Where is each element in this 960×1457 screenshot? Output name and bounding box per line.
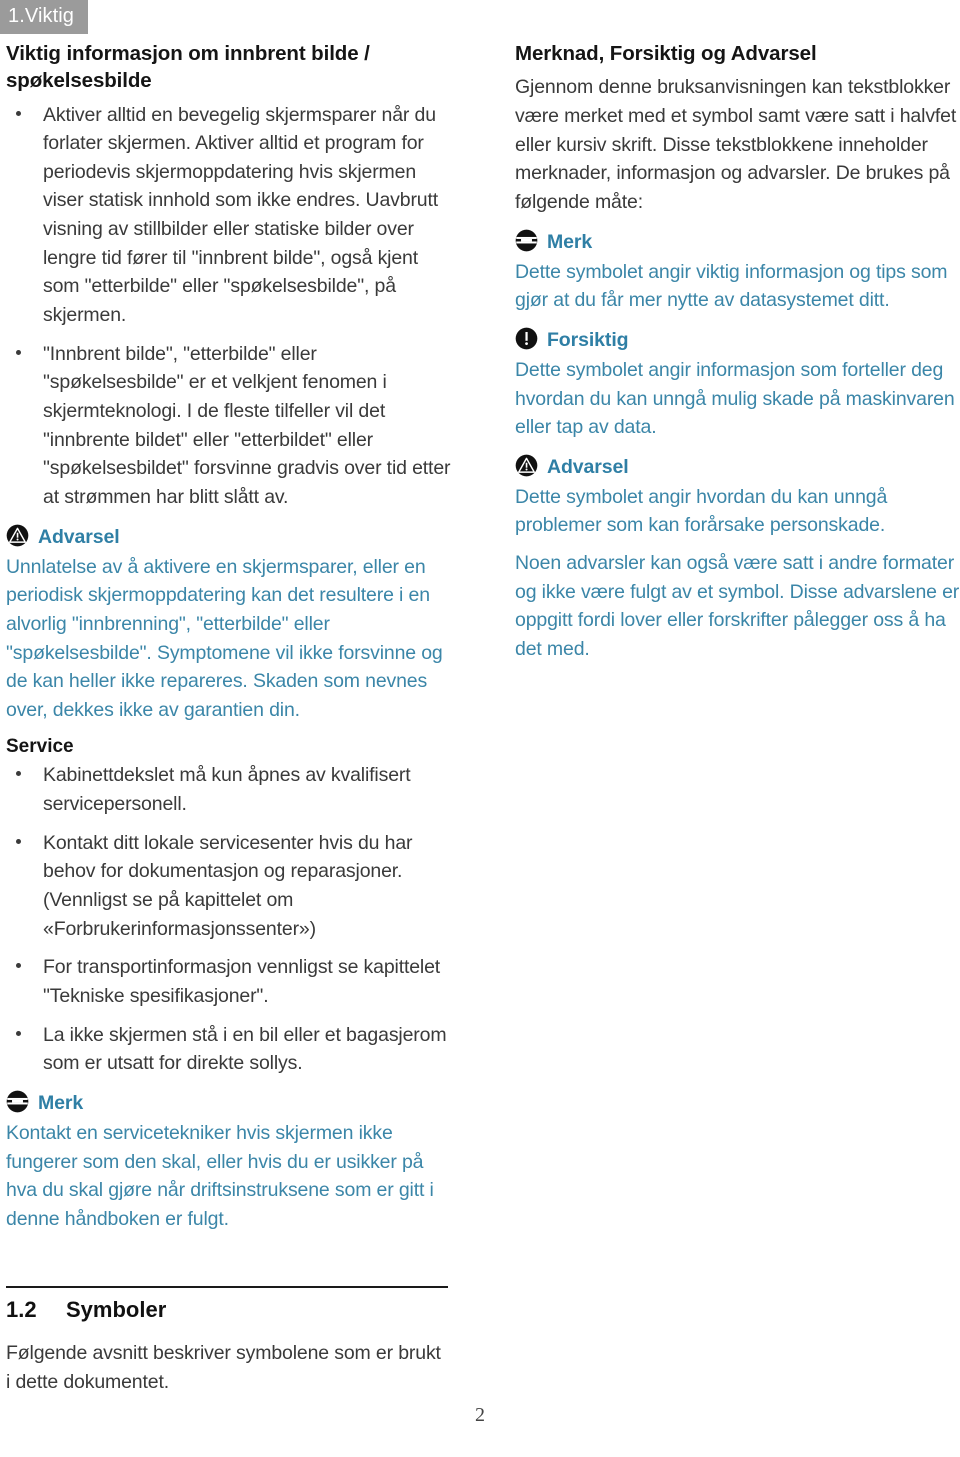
- bullet-dot-icon: [16, 771, 21, 777]
- important-info-bullet-list: Aktiver alltid en bevegelig skjermsparer…: [6, 101, 454, 512]
- exclamation-circle-icon: [515, 327, 538, 355]
- bullet-dot-icon: [16, 1030, 21, 1036]
- section-title: Symboler: [66, 1297, 167, 1322]
- note-callout-header: Merk: [6, 1090, 454, 1118]
- note-callout: Merk Kontakt en servicetekniker hvis skj…: [6, 1090, 454, 1234]
- note-callout-label: Merk: [547, 231, 593, 254]
- warning-callout-header: Advarsel: [6, 524, 454, 552]
- list-item: "Innbrent bilde", "etterbilde" eller "sp…: [6, 340, 454, 512]
- list-item-text: La ikke skjermen stå i en bil eller et b…: [43, 1023, 447, 1075]
- warning-triangle-circle-icon: [515, 454, 538, 482]
- symbols-section-heading: 1.2 Symboler: [6, 1297, 448, 1323]
- symbols-section: 1.2 Symboler Følgende avsnitt beskriver …: [6, 1286, 448, 1405]
- list-item: La ikke skjermen stå i en bil eller et b…: [6, 1021, 454, 1078]
- warning-callout-body: Unnlatelse av å aktivere en skjermsparer…: [6, 555, 443, 721]
- service-bullet-list: Kabinettdekslet må kun åpnes av kvalifis…: [6, 761, 454, 1078]
- list-item: Aktiver alltid en bevegelig skjermsparer…: [6, 101, 454, 330]
- warning-callout-label: Advarsel: [38, 526, 120, 549]
- list-item-text: For transportinformasjon vennligst se ka…: [43, 956, 441, 1007]
- caution-callout-body: Dette symbolet angir informasjon som for…: [515, 358, 955, 439]
- list-item-text: "Innbrent bilde", "etterbilde" eller "sp…: [43, 342, 451, 509]
- page-number: 2: [475, 1404, 485, 1426]
- list-item-text: Kabinettdekslet må kun åpnes av kvalifis…: [43, 764, 411, 815]
- right-intro-paragraph: Gjennom denne bruksanvisningen kan tekst…: [515, 76, 957, 213]
- warning-callout-label: Advarsel: [547, 456, 629, 479]
- left-column: Viktig informasjon om innbrent bilde / s…: [6, 40, 454, 1240]
- document-page: 1.Viktig Viktig informasjon om innbrent …: [0, 0, 960, 1457]
- note-lines-circle-icon: [6, 1090, 29, 1118]
- bullet-dot-icon: [16, 110, 21, 116]
- note-callout-header: Merk: [515, 229, 960, 257]
- note-callout-label: Merk: [38, 1092, 84, 1115]
- list-item: For transportinformasjon vennligst se ka…: [6, 953, 454, 1010]
- warning-callout: Advarsel Unnlatelse av å aktivere en skj…: [6, 524, 454, 725]
- left-section-title: Viktig informasjon om innbrent bilde / s…: [6, 42, 370, 93]
- caution-callout-header: Forsiktig: [515, 327, 960, 355]
- section-number: 1.2: [6, 1297, 37, 1322]
- warning-callout: Advarsel Dette symbolet angir hvordan du…: [515, 454, 960, 664]
- warning-callout-body-secondary: Noen advarsler kan også være satt i andr…: [515, 552, 960, 661]
- list-item-text: Aktiver alltid en bevegelig skjermsparer…: [43, 103, 439, 327]
- note-callout-body: Kontakt en servicetekniker hvis skjermen…: [6, 1121, 434, 1230]
- symbols-section-body: Følgende avsnitt beskriver symbolene som…: [6, 1342, 441, 1393]
- bullet-dot-icon: [16, 963, 21, 969]
- chapter-tab: 1.Viktig: [0, 0, 89, 34]
- list-item: Kabinettdekslet må kun åpnes av kvalifis…: [6, 761, 454, 818]
- warning-callout-body: Dette symbolet angir hvordan du kan unng…: [515, 485, 888, 537]
- note-callout-body: Dette symbolet angir viktig informasjon …: [515, 260, 948, 312]
- bullet-dot-icon: [16, 349, 21, 355]
- bullet-dot-icon: [16, 838, 21, 844]
- service-title: Service: [6, 735, 74, 757]
- warning-triangle-circle-icon: [6, 524, 29, 552]
- right-section-title: Merknad, Forsiktig og Advarsel: [515, 42, 817, 65]
- caution-callout: Forsiktig Dette symbolet angir informasj…: [515, 327, 960, 442]
- caution-callout-label: Forsiktig: [547, 329, 629, 352]
- warning-callout-header: Advarsel: [515, 454, 960, 482]
- list-item-text: Kontakt ditt lokale servicesenter hvis d…: [43, 831, 413, 940]
- list-item: Kontakt ditt lokale servicesenter hvis d…: [6, 829, 454, 944]
- section-divider: [6, 1286, 448, 1288]
- note-lines-circle-icon: [515, 229, 538, 257]
- note-callout: Merk Dette symbolet angir viktig informa…: [515, 229, 960, 315]
- right-column: Merknad, Forsiktig og Advarsel Gjennom d…: [515, 40, 960, 670]
